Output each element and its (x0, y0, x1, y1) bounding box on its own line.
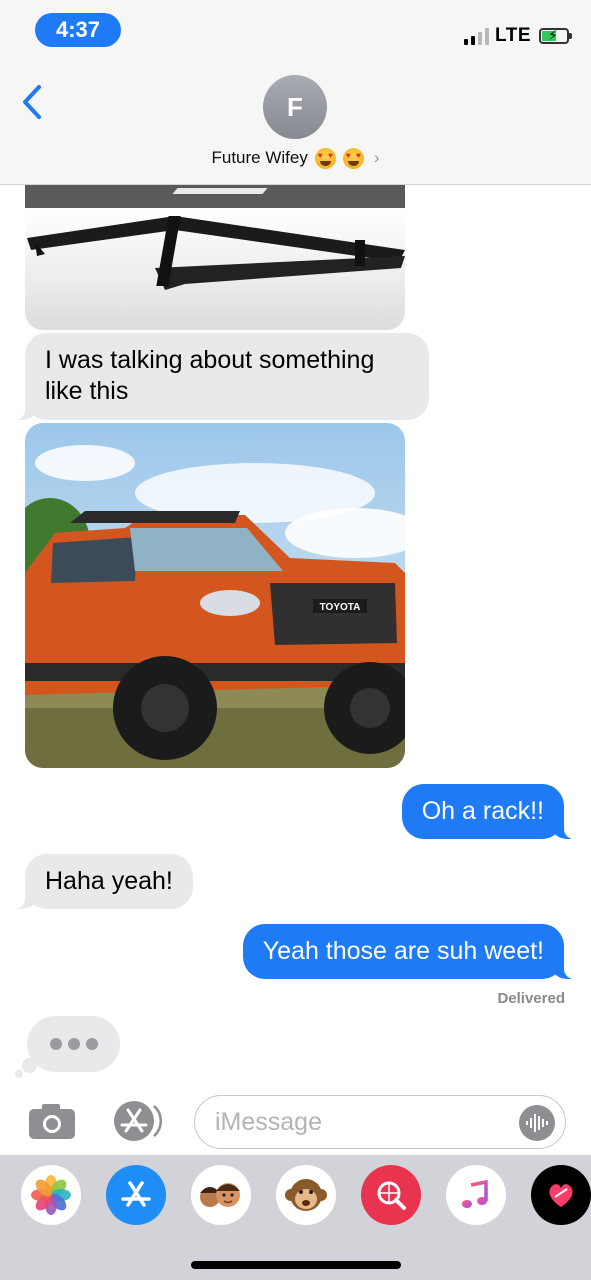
typing-indicator (27, 1016, 120, 1072)
outgoing-message-bubble[interactable]: Oh a rack!! (401, 784, 575, 839)
message-input-placeholder: iMessage (215, 1108, 322, 1136)
message-text: I was talking about something like this (45, 346, 375, 405)
camera-icon (29, 1104, 75, 1139)
animoji-button[interactable] (276, 1165, 336, 1225)
chevron-right-icon: › (373, 148, 380, 167)
back-button[interactable] (12, 78, 52, 126)
memoji-icon (200, 1183, 240, 1207)
typing-dot (67, 1038, 80, 1050)
music-button[interactable] (446, 1165, 506, 1225)
typing-dot (49, 1038, 62, 1050)
camera-button[interactable] (27, 1101, 77, 1141)
status-time[interactable]: 4:37 (35, 13, 121, 47)
photos-app-icon (31, 1175, 71, 1215)
typing-tail (15, 1070, 23, 1078)
battery-charging-icon: ⚡ (539, 27, 572, 44)
memoji-button[interactable] (191, 1165, 251, 1225)
digital-touch-button[interactable] (531, 1165, 591, 1225)
web-images-button[interactable] (361, 1165, 421, 1225)
truck-image: TOYOTA (25, 423, 405, 768)
conversation-header: 4:37 LTE ⚡ F Future Wifey › (0, 0, 591, 185)
message-text: Oh a rack!! (421, 797, 544, 825)
truck-image-message[interactable]: TOYOTA (25, 423, 405, 768)
signal-strength-icon (464, 27, 490, 45)
heart-eyes-emoji-icon (342, 147, 364, 169)
animoji-monkey-icon (285, 1179, 327, 1211)
app-store-button[interactable] (108, 1098, 168, 1144)
web-images-search-icon (377, 1181, 406, 1210)
home-indicator[interactable] (191, 1261, 401, 1269)
contact-name-button[interactable]: Future Wifey › (0, 146, 591, 170)
typing-dot (85, 1038, 98, 1050)
app-store-icon (114, 1101, 163, 1141)
heart-eyes-emoji-icon (314, 147, 336, 169)
roof-rack-image-message[interactable] (25, 180, 405, 330)
photos-app-button[interactable] (21, 1165, 81, 1225)
digital-touch-heart-icon (549, 1184, 573, 1207)
message-text: Haha yeah! (45, 867, 173, 895)
delivery-status: Delivered (497, 990, 565, 1007)
incoming-message-bubble[interactable]: Haha yeah! (15, 854, 193, 909)
contact-avatar[interactable]: F (263, 75, 327, 139)
audio-waveform-icon (526, 1114, 548, 1132)
message-text: Yeah those are suh weet! (262, 937, 544, 965)
chevron-left-icon (23, 85, 41, 119)
outgoing-message-bubble[interactable]: Yeah those are suh weet! (242, 924, 575, 979)
music-note-icon (462, 1179, 488, 1208)
message-input[interactable]: iMessage (194, 1095, 566, 1149)
typing-tail (22, 1058, 37, 1073)
app-store-drawer-button[interactable] (106, 1165, 166, 1225)
grille-text: TOYOTA (320, 602, 361, 613)
roof-rack-image (27, 216, 405, 290)
contact-name: Future Wifey (211, 148, 308, 167)
status-indicators: LTE ⚡ (464, 22, 572, 50)
network-type: LTE (495, 25, 531, 46)
incoming-message-bubble[interactable]: I was talking about something like this (15, 333, 429, 420)
app-store-icon (121, 1181, 151, 1207)
audio-message-button[interactable] (519, 1105, 555, 1141)
